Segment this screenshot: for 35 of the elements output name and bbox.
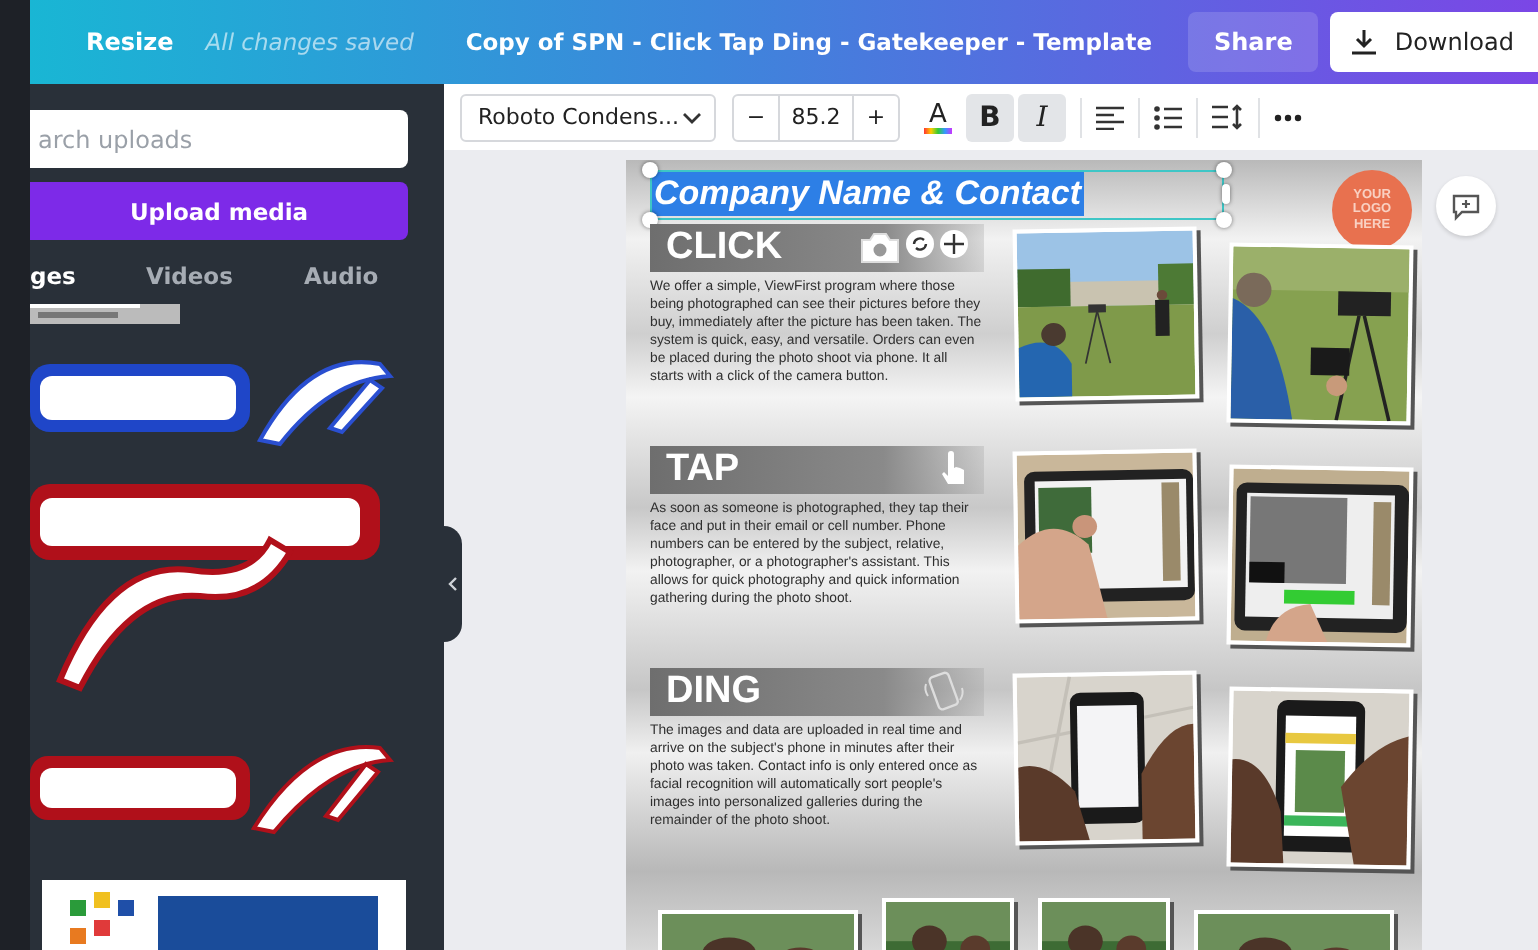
save-status: All changes saved xyxy=(205,28,414,56)
decrease-size-button[interactable]: − xyxy=(734,95,778,139)
chevron-down-icon xyxy=(682,111,702,123)
media-tab[interactable]: Videos xyxy=(146,262,304,290)
rotate-icon[interactable] xyxy=(906,230,934,258)
move-icon[interactable] xyxy=(940,230,968,258)
comment-icon xyxy=(1450,191,1482,221)
italic-button[interactable]: I xyxy=(1018,93,1066,141)
camera-icon xyxy=(858,230,902,266)
heading-text: DING xyxy=(666,670,761,714)
bullet-list-icon[interactable] xyxy=(1154,105,1182,129)
font-size-field[interactable]: 85.2 xyxy=(778,95,854,139)
download-button[interactable]: Download xyxy=(1330,12,1538,72)
phone-icon xyxy=(920,668,968,716)
increase-size-button[interactable]: + xyxy=(854,95,898,139)
share-button[interactable]: Share xyxy=(1188,12,1319,72)
download-icon xyxy=(1350,28,1379,56)
collapse-handle[interactable] xyxy=(444,526,462,642)
font-dropdown[interactable]: Roboto Condens... xyxy=(460,93,716,141)
heading-text: TAP xyxy=(666,448,740,492)
company-title[interactable]: Company Name & Contact xyxy=(652,172,1085,216)
align-left-icon[interactable] xyxy=(1096,105,1124,129)
pointing-hand-icon xyxy=(940,450,968,490)
line-spacing-icon[interactable] xyxy=(1212,104,1244,130)
heading-text: CLICK xyxy=(666,226,783,270)
resize-handle[interactable] xyxy=(642,162,658,178)
media-tab[interactable]: ges xyxy=(30,262,146,290)
upload-media-button[interactable]: Upload media xyxy=(30,182,408,240)
media-tab[interactable]: Audio xyxy=(304,262,379,290)
search-field[interactable]: arch uploads xyxy=(30,110,408,168)
add-comment-button[interactable] xyxy=(1436,176,1496,236)
design-title[interactable]: Copy of SPN - Click Tap Ding - Gatekeeper - Template xyxy=(465,28,1152,56)
bold-button[interactable]: B xyxy=(966,93,1014,141)
text-color-button[interactable]: A xyxy=(914,93,962,141)
more-icon[interactable] xyxy=(1274,113,1302,121)
